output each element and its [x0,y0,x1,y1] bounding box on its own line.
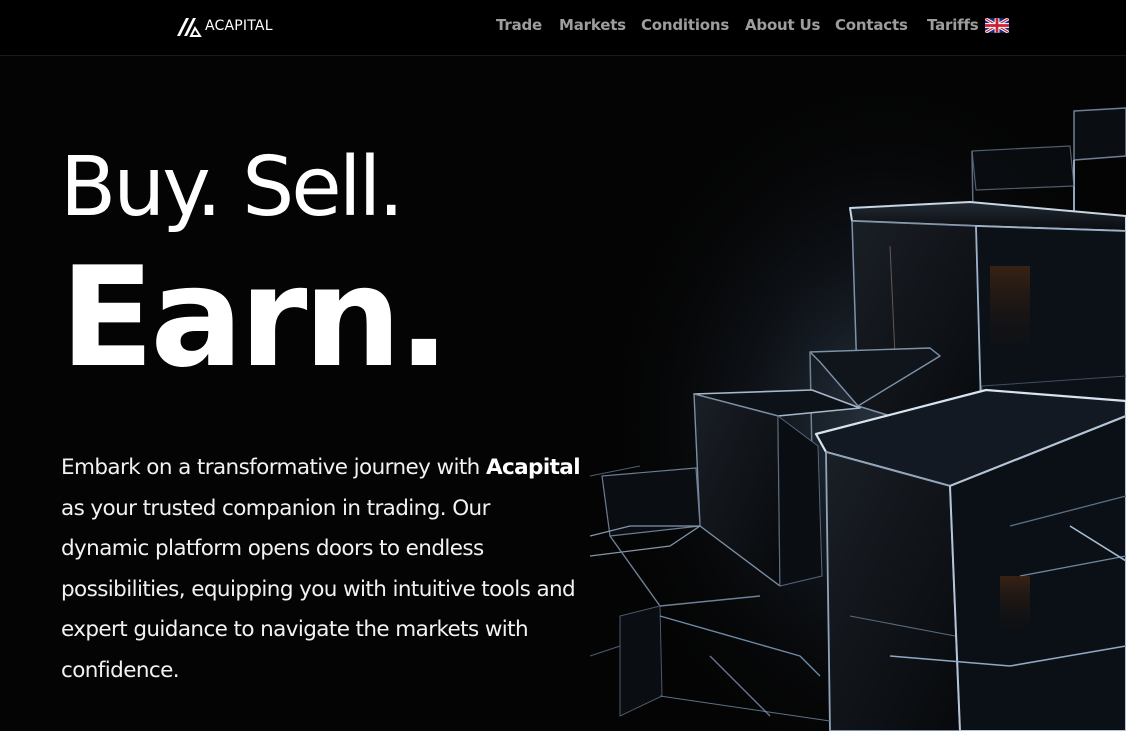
nav-item-trade[interactable]: Trade [496,14,542,36]
intro-text-suffix: as your trusted companion in trading. Ou… [61,495,576,683]
hero-headline-line2: Earn. [60,237,450,398]
main-nav: Trade Markets Conditions About Us Contac… [0,14,1126,38]
intro-text-prefix: Embark on a transformative journey with [61,455,486,480]
uk-flag-icon[interactable] [985,18,1009,33]
nav-item-markets[interactable]: Markets [559,14,626,36]
nav-item-conditions[interactable]: Conditions [641,14,729,36]
intro-brand-name: Acapital [485,455,581,480]
glass-cubes-illustration [590,56,1126,731]
hero-intro-text: Embark on a transformative journey with … [61,448,581,691]
hero-headline-line1: Buy. Sell. [60,140,404,235]
nav-item-about-us[interactable]: About Us [745,14,820,36]
nav-item-contacts[interactable]: Contacts [835,14,908,36]
nav-item-tariffs[interactable]: Tariffs [927,14,979,36]
site-header: ACAPITAL Trade Markets Conditions About … [0,0,1126,56]
landing-page: ACAPITAL Trade Markets Conditions About … [0,0,1126,731]
